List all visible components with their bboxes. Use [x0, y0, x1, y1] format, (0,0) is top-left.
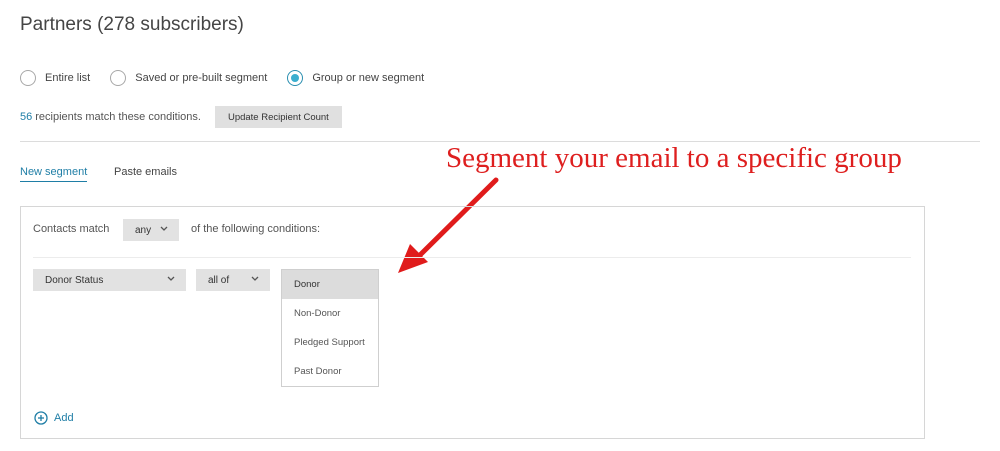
recipient-count-number: 56	[20, 111, 33, 123]
option-non-donor[interactable]: Non-Donor	[282, 299, 378, 328]
radio-label: Saved or pre-built segment	[135, 72, 268, 84]
conditions-suffix: of the following conditions:	[191, 223, 321, 235]
value-options-list: Donor Non-Donor Pledged Support Past Don…	[281, 269, 379, 387]
tab-new-segment[interactable]: New segment	[20, 166, 88, 182]
option-past-donor[interactable]: Past Donor	[282, 357, 378, 386]
recipient-count-text: recipients match these conditions.	[35, 111, 201, 123]
panel-divider	[33, 257, 911, 258]
radio-saved-segment[interactable]: Saved or pre-built segment	[110, 70, 267, 86]
radio-selected-icon[interactable]	[287, 70, 304, 86]
recipient-count-row: 56 recipients match these conditions. Up…	[20, 106, 342, 128]
chevron-down-icon	[160, 226, 168, 231]
recipient-options: Entire list Saved or pre-built segment G…	[20, 68, 444, 88]
add-label: Add	[54, 412, 74, 424]
radio-entire-list[interactable]: Entire list	[20, 70, 90, 86]
radio-icon[interactable]	[110, 70, 127, 86]
chevron-down-icon	[251, 276, 259, 281]
radio-group-segment[interactable]: Group or new segment	[287, 70, 424, 86]
option-pledged-support[interactable]: Pledged Support	[282, 328, 378, 357]
annotation-text: Segment your email to a specific group	[446, 142, 902, 174]
field-select-value: Donor Status	[45, 274, 104, 286]
radio-icon[interactable]	[20, 70, 36, 86]
operator-select-value: all of	[208, 274, 230, 286]
match-select-value: any	[135, 224, 152, 236]
add-condition-button[interactable]: Add	[34, 411, 74, 425]
radio-label: Entire list	[45, 72, 91, 84]
radio-label: Group or new segment	[312, 72, 425, 84]
page-title: Partners (278 subscribers)	[20, 14, 244, 35]
add-circle-icon	[34, 411, 48, 425]
match-select[interactable]: any	[123, 219, 179, 241]
operator-select[interactable]: all of	[196, 269, 270, 291]
chevron-down-icon	[167, 276, 175, 281]
tab-paste-emails[interactable]: Paste emails	[114, 166, 177, 178]
option-donor[interactable]: Donor	[282, 270, 378, 299]
field-select[interactable]: Donor Status	[33, 269, 186, 291]
conditions-prefix: Contacts match	[33, 223, 110, 235]
update-recipient-count-button[interactable]: Update Recipient Count	[214, 106, 342, 128]
